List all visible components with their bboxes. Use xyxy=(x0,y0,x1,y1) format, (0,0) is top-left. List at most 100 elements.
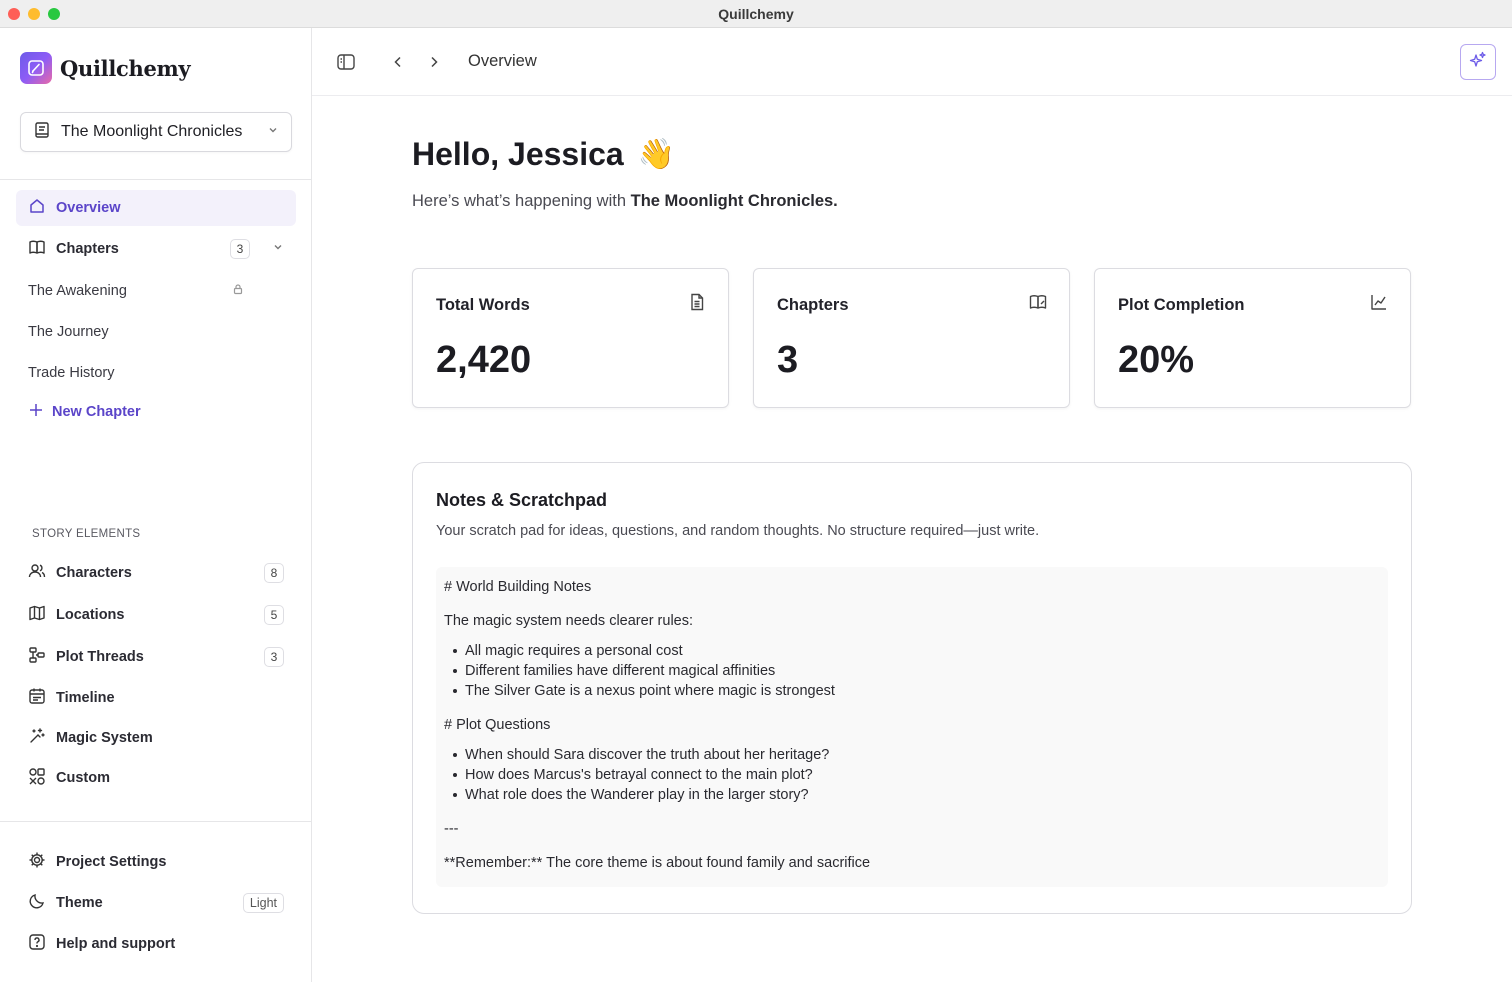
moon-icon xyxy=(28,892,46,914)
shapes-icon xyxy=(28,767,46,789)
stat-card-chapters: Chapters 3 xyxy=(753,268,1070,408)
sidebar-item-label: Theme xyxy=(56,895,103,911)
map-icon xyxy=(28,604,46,626)
sidebar-item-label: Chapters xyxy=(56,241,119,257)
notes-title: Notes & Scratchpad xyxy=(436,490,608,510)
chapter-title: The Journey xyxy=(28,324,109,340)
quill-logo-icon xyxy=(20,52,52,84)
ai-assistant-button[interactable] xyxy=(1460,44,1496,80)
close-window-button[interactable] xyxy=(8,8,20,20)
sidebar-item-help[interactable]: Help and support xyxy=(16,926,296,962)
story-elements-heading: STORY ELEMENTS xyxy=(32,528,141,540)
main-content: Hello, Jessica 👋 Here’s what’s happening… xyxy=(312,96,1512,982)
greeting-title: Hello, Jessica xyxy=(412,136,624,172)
note-heading: # World Building Notes xyxy=(444,579,592,595)
count-badge: 5 xyxy=(264,605,284,625)
list-item: All magic requires a personal cost xyxy=(453,641,1380,661)
stat-value: 2,420 xyxy=(436,339,532,381)
chevron-down-icon[interactable] xyxy=(272,241,284,257)
window-title: Quillchemy xyxy=(718,5,794,22)
greeting-subtitle: Here’s what’s happening with The Moonlig… xyxy=(412,192,838,211)
sidebar-item-label: Help and support xyxy=(56,936,176,952)
book-icon xyxy=(33,121,51,144)
chapter-title: The Awakening xyxy=(28,283,127,299)
sidebar-item-theme[interactable]: Theme Light xyxy=(16,885,296,921)
sidebar-item-plot-threads[interactable]: Plot Threads 3 xyxy=(16,639,296,675)
greeting-heading: Hello, Jessica 👋 xyxy=(412,136,675,173)
sidebar-item-overview[interactable]: Overview xyxy=(16,190,296,226)
chapter-item[interactable]: The Journey xyxy=(16,315,256,349)
list-item: Different families have different magica… xyxy=(453,661,1380,681)
note-paragraph: The magic system needs clearer rules: xyxy=(444,613,694,629)
count-badge: 3 xyxy=(264,647,284,667)
notes-card: Notes & Scratchpad Your scratch pad for … xyxy=(412,462,1412,914)
file-text-icon xyxy=(688,293,706,311)
chapters-count-badge: 3 xyxy=(230,239,250,259)
theme-value-badge[interactable]: Light xyxy=(242,893,284,913)
scratchpad-editor[interactable]: # World Building Notes The magic system … xyxy=(436,567,1388,887)
sidebar-item-label: Timeline xyxy=(56,690,115,706)
help-icon xyxy=(28,933,46,955)
window-titlebar: Quillchemy xyxy=(0,0,1512,28)
note-paragraph: **Remember:** The core theme is about fo… xyxy=(444,855,871,871)
list-item: The Silver Gate is a nexus point where m… xyxy=(453,681,1380,701)
sidebar-divider xyxy=(0,821,311,822)
top-bar: Overview xyxy=(312,28,1512,96)
minimize-window-button[interactable] xyxy=(28,8,40,20)
sidebar-item-timeline[interactable]: Timeline xyxy=(16,680,296,716)
count-badge: 8 xyxy=(264,563,284,583)
back-arrow-icon[interactable] xyxy=(388,52,408,72)
sidebar-divider xyxy=(0,179,311,180)
note-list: All magic requires a personal cost Diffe… xyxy=(444,641,1380,701)
sidebar-item-magic-system[interactable]: Magic System xyxy=(16,720,296,756)
project-selector[interactable]: The Moonlight Chronicles xyxy=(20,112,292,152)
sidebar-toggle-icon[interactable] xyxy=(336,52,356,72)
book-open-icon xyxy=(28,238,46,260)
sidebar-item-chapters[interactable]: Chapters 3 xyxy=(16,231,296,267)
chapter-item[interactable]: Trade History xyxy=(16,356,256,390)
chapter-item[interactable]: The Awakening xyxy=(16,274,256,308)
brand: Quillchemy xyxy=(20,52,191,84)
brand-name: Quillchemy xyxy=(60,55,191,81)
sidebar-item-label: Project Settings xyxy=(56,854,167,870)
sidebar-item-label: Plot Threads xyxy=(56,649,144,665)
sidebar-item-label: Characters xyxy=(56,565,132,581)
sidebar-item-characters[interactable]: Characters 8 xyxy=(16,555,296,591)
sidebar-item-custom[interactable]: Custom xyxy=(16,760,296,796)
stat-label: Total Words xyxy=(436,296,530,314)
stat-card-total-words: Total Words 2,420 xyxy=(412,268,729,408)
calendar-icon xyxy=(28,687,46,709)
subtitle-project-name: The Moonlight Chronicles. xyxy=(630,192,838,210)
new-chapter-button[interactable]: New Chapter xyxy=(28,402,141,422)
sidebar-item-label: Magic System xyxy=(56,730,153,746)
note-list: When should Sara discover the truth abou… xyxy=(444,745,1380,805)
chevron-down-icon xyxy=(267,123,279,141)
sidebar-item-project-settings[interactable]: Project Settings xyxy=(16,844,296,880)
workflow-icon xyxy=(28,646,46,668)
chapter-title: Trade History xyxy=(28,365,115,381)
note-rule: --- xyxy=(444,821,459,837)
notes-description: Your scratch pad for ideas, questions, a… xyxy=(436,523,1040,539)
subtitle-prefix: Here’s what’s happening with xyxy=(412,192,631,210)
stat-value: 20% xyxy=(1118,339,1195,381)
sidebar-item-locations[interactable]: Locations 5 xyxy=(16,597,296,633)
stat-label: Plot Completion xyxy=(1118,296,1245,314)
sidebar: Quillchemy The Moonlight Chronicles Over… xyxy=(0,28,312,982)
lock-icon xyxy=(232,283,244,299)
gear-icon xyxy=(28,851,46,873)
sidebar-item-label: Locations xyxy=(56,607,125,623)
zoom-window-button[interactable] xyxy=(48,8,60,20)
note-heading: # Plot Questions xyxy=(444,717,551,733)
users-icon xyxy=(28,562,46,584)
sidebar-item-label: Custom xyxy=(56,770,110,786)
list-item: When should Sara discover the truth abou… xyxy=(453,745,1380,765)
sparkles-icon xyxy=(1468,50,1488,75)
sidebar-item-label: Overview xyxy=(56,200,121,216)
stat-label: Chapters xyxy=(777,296,849,314)
breadcrumb: Overview xyxy=(468,52,537,70)
stat-value: 3 xyxy=(777,339,799,381)
forward-arrow-icon[interactable] xyxy=(424,52,444,72)
project-name: The Moonlight Chronicles xyxy=(61,123,243,140)
new-chapter-label: New Chapter xyxy=(52,404,141,420)
traffic-lights xyxy=(8,8,60,20)
